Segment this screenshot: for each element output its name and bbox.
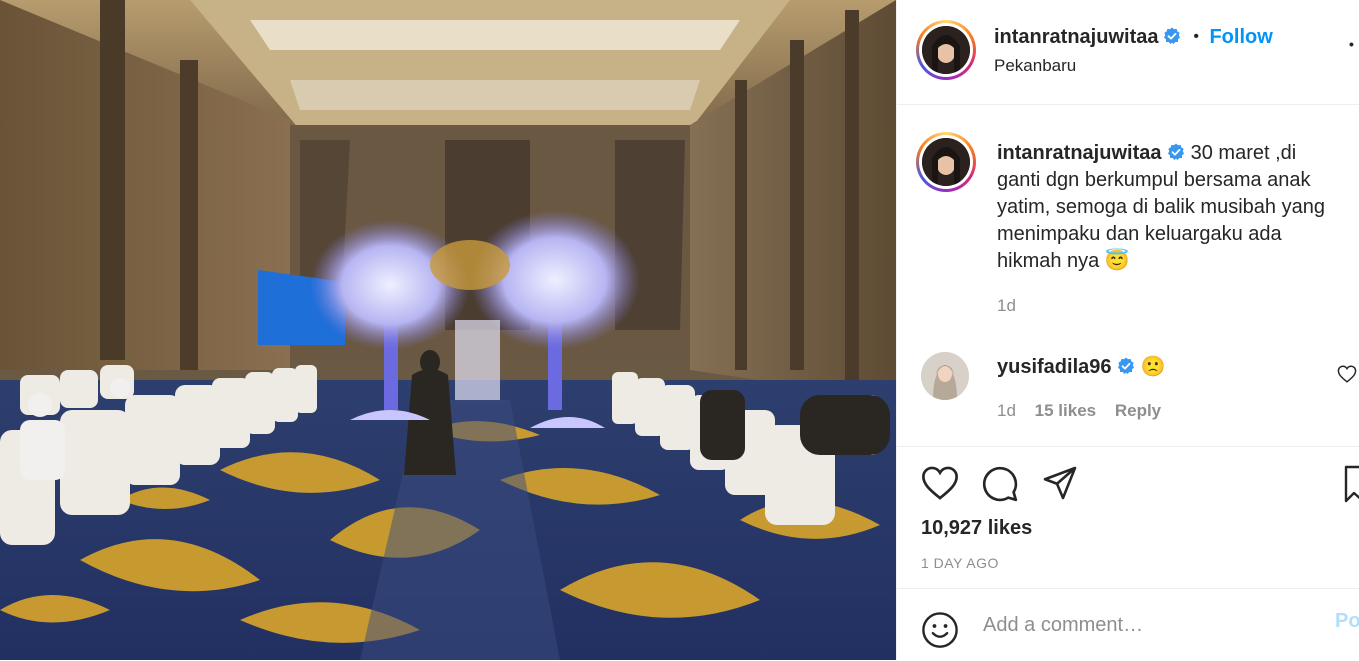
comment-bubble-icon[interactable] [981,465,1019,503]
comment-like-heart-icon[interactable] [1337,365,1357,383]
comment-likes[interactable]: 15 likes [1035,401,1096,420]
caption-body: intanratnajuwitaa 30 maret ,di ganti dgn… [997,140,1347,275]
sad-emoji-icon: 🙁 [1140,356,1166,378]
caption-line-2: ganti dgn berkumpul bersama anak [997,169,1311,191]
commenter-verified-badge-icon [1118,357,1135,374]
caption-avatar-image [922,138,970,186]
post-side-panel: intanratnajuwitaa • Follow Pekanbaru • i [896,0,1359,660]
more-options-button[interactable]: • [1349,36,1354,52]
header-separator: • [1193,28,1199,45]
author-username[interactable]: intanratnajuwitaa [994,26,1158,48]
post-photo[interactable] [0,0,896,660]
caption-line-4: menimpaku dan keluargaku ada [997,223,1282,245]
ballroom-photo [0,0,896,660]
post-header: intanratnajuwitaa • Follow Pekanbaru • [897,0,1359,105]
post-timestamp[interactable]: 1 DAY AGO [921,555,999,571]
caption-line-3: yatim, semoga di balik musibah yang [997,196,1325,218]
like-heart-icon[interactable] [921,465,959,501]
commenter-avatar[interactable] [921,352,969,400]
add-comment-bar: Po [897,588,1359,661]
likes-count[interactable]: 10,927 likes [921,517,1032,540]
verified-badge-icon [1163,27,1180,44]
caption-line-5: hikmah nya [997,250,1100,272]
caption-verified-badge-icon [1168,143,1185,160]
follow-button[interactable]: Follow [1209,26,1272,48]
post-comment-button[interactable]: Po [1335,610,1359,633]
commenter-avatar-image [921,352,969,400]
comment-input[interactable] [981,607,1305,643]
commenter-username[interactable]: yusifadila96 [997,356,1112,378]
post-location[interactable]: Pekanbaru [994,56,1076,76]
comment-time[interactable]: 1d [997,401,1016,420]
comment-meta: 1d 15 likes Reply [997,401,1161,421]
caption-line-1: 30 maret ,di [1190,142,1297,164]
author-avatar[interactable] [916,20,976,80]
caption-avatar[interactable] [916,132,976,192]
halo-emoji-icon: 😇 [1104,250,1130,272]
save-bookmark-icon[interactable] [1343,465,1359,503]
share-paper-plane-icon[interactable] [1041,465,1079,501]
caption-username[interactable]: intanratnajuwitaa [997,142,1161,164]
emoji-picker-icon[interactable] [921,611,959,649]
post-actions: 10,927 likes 1 DAY AGO [897,446,1359,571]
comment-reply-button[interactable]: Reply [1115,401,1161,420]
author-avatar-image [922,26,970,74]
caption-time[interactable]: 1d [997,296,1016,316]
